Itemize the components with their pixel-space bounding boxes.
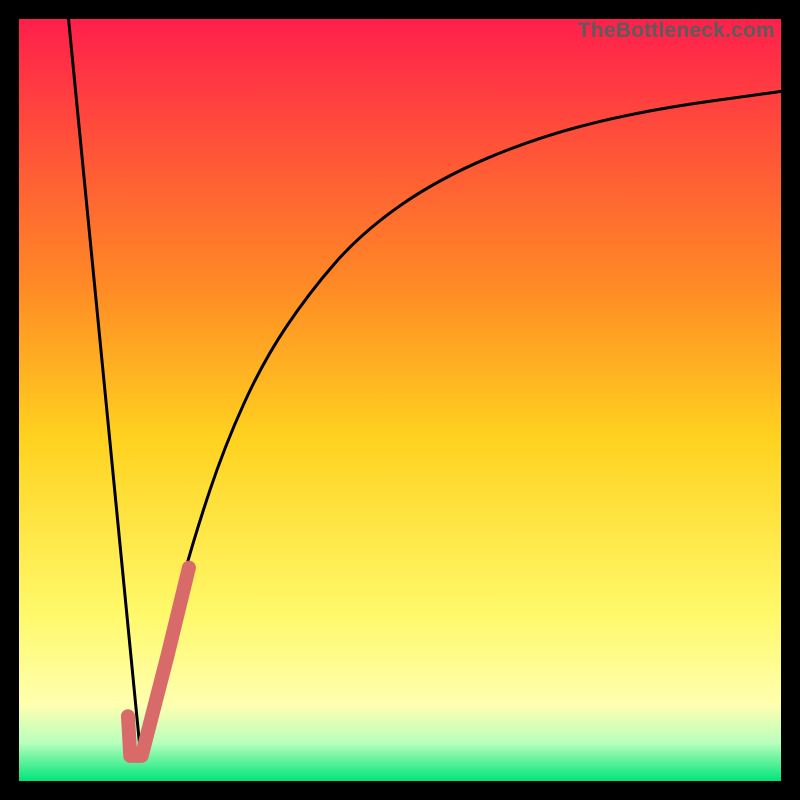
- watermark-text: TheBottleneck.com: [578, 19, 775, 43]
- plot-area: TheBottleneck.com: [19, 19, 781, 781]
- chart-frame: TheBottleneck.com: [0, 0, 800, 800]
- curve-layer: [19, 19, 781, 781]
- curve-right-branch: [141, 91, 781, 758]
- curve-left-branch: [69, 19, 141, 758]
